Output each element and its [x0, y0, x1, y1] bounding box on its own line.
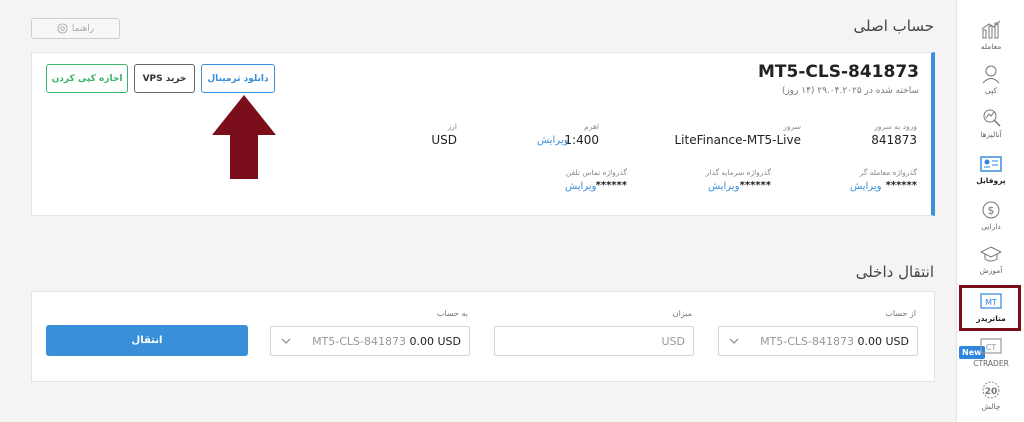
profile-icon — [980, 156, 1002, 172]
currency-label: ارز — [447, 122, 457, 131]
sidebar-item-analysis[interactable]: آنالیزها — [957, 108, 1024, 148]
to-account-label: به حساب — [436, 309, 468, 318]
login-label: ورود به سرور — [874, 122, 917, 131]
currency-value: USD — [431, 133, 457, 147]
page-title: حساب اصلی — [853, 17, 935, 35]
sidebar: معامله کپی آنالیزها پروفایل $ دارایی آمو… — [956, 0, 1024, 422]
arrow-up-icon — [212, 95, 276, 179]
phone-password-label: گذرواژه تماس تلفن — [565, 168, 627, 177]
from-account-number: MT5-CLS-841873 — [760, 335, 854, 348]
account-created: ساخته شده در ۲۹.۰۴.۲۰۲۵ (۱۴ روز) — [781, 86, 919, 96]
sidebar-item-assets[interactable]: $ دارایی — [957, 200, 1024, 240]
sidebar-item-label: آنالیزها — [980, 130, 1002, 139]
buy-vps-button[interactable]: خرید VPS — [134, 64, 195, 93]
allow-copy-button[interactable]: اجازه کپی کردن — [46, 64, 128, 93]
sidebar-item-label: دارایی — [981, 222, 1001, 231]
login-value: 841873 — [871, 133, 917, 147]
graduation-icon — [980, 246, 1002, 262]
sidebar-item-label: کپی — [984, 86, 998, 95]
account-name: MT5-CLS-841873 — [758, 62, 919, 82]
amount-placeholder: USD — [661, 335, 685, 348]
phone-password-edit-link[interactable]: ویرایش — [565, 181, 596, 192]
svg-text:CT: CT — [986, 343, 997, 352]
phone-password-value: ****** — [595, 180, 627, 191]
trader-password-edit-link[interactable]: ویرایش — [850, 181, 881, 192]
sidebar-item-label: معامله — [980, 42, 1002, 51]
from-account-select[interactable]: MT5-CLS-841873 0.00 USD — [718, 326, 918, 356]
to-account-select[interactable]: MT5-CLS-841873 0.00 USD — [270, 326, 470, 356]
to-account-amount: 0.00 USD — [409, 335, 462, 348]
sidebar-item-label: چالش — [981, 402, 1001, 411]
sidebar-item-copy[interactable]: کپی — [957, 64, 1024, 104]
help-label: راهنما — [71, 23, 95, 34]
svg-text:20: 20 — [985, 387, 998, 397]
user-icon — [982, 65, 1000, 84]
sidebar-item-label: آموزش — [979, 266, 1003, 275]
download-terminal-button[interactable]: دانلود ترمینال — [201, 64, 275, 93]
dollar-icon: $ — [982, 201, 1000, 219]
svg-text:MT: MT — [985, 298, 997, 307]
svg-text:$: $ — [988, 204, 995, 217]
trader-password-label: گذرواژه معامله گر — [859, 168, 917, 177]
transfer-title: انتقال داخلی — [855, 263, 934, 281]
trader-password-value: ****** — [885, 180, 917, 191]
from-account-label: از حساب — [885, 309, 916, 318]
investor-password-value: ****** — [739, 180, 771, 191]
chart-icon — [981, 20, 1001, 39]
chevron-down-icon — [281, 338, 291, 344]
server-value: LiteFinance-MT5-Live — [674, 133, 802, 147]
leverage-edit-link[interactable]: ویرایش — [537, 135, 568, 146]
sidebar-item-ctrader[interactable]: CT CTRADER — [957, 337, 1024, 377]
sidebar-item-metatrader[interactable]: MT متاتریدر — [957, 292, 1024, 332]
leverage-label: اهرم — [584, 122, 599, 131]
help-button[interactable]: راهنما — [31, 18, 120, 39]
investor-password-label: گذرواژه سرمایه گذار — [705, 168, 771, 177]
sidebar-item-label: CTRADER — [973, 359, 1009, 368]
mt-icon: MT — [980, 293, 1002, 309]
amount-input[interactable]: USD — [494, 326, 694, 356]
help-icon — [57, 23, 68, 34]
sidebar-item-label: پروفایل — [976, 176, 1006, 185]
ct-icon: CT — [980, 338, 1002, 354]
investor-password-edit-link[interactable]: ویرایش — [708, 181, 739, 192]
leverage-value: 1:400 — [564, 133, 599, 147]
amount-label: میزان — [672, 309, 692, 318]
to-account-number: MT5-CLS-841873 — [312, 335, 406, 348]
sidebar-item-profile[interactable]: پروفایل — [957, 154, 1024, 194]
chevron-down-icon — [729, 338, 739, 344]
from-account-amount: 0.00 USD — [857, 335, 910, 348]
challenge-icon: 20 — [982, 381, 1000, 399]
account-card: MT5-CLS-841873 ساخته شده در ۲۹.۰۴.۲۰۲۵ (… — [31, 52, 935, 216]
transfer-button[interactable]: انتقال — [46, 325, 248, 356]
transfer-card: از حساب MT5-CLS-841873 0.00 USD میزان US… — [31, 291, 935, 382]
sidebar-item-label: متاتریدر — [976, 314, 1006, 323]
sidebar-item-challenge[interactable]: 20 چالش — [957, 380, 1024, 420]
sidebar-item-education[interactable]: آموزش — [957, 244, 1024, 284]
server-label: سرور — [783, 122, 801, 131]
sidebar-item-trade[interactable]: معامله — [957, 20, 1024, 60]
analysis-icon — [983, 109, 1001, 127]
